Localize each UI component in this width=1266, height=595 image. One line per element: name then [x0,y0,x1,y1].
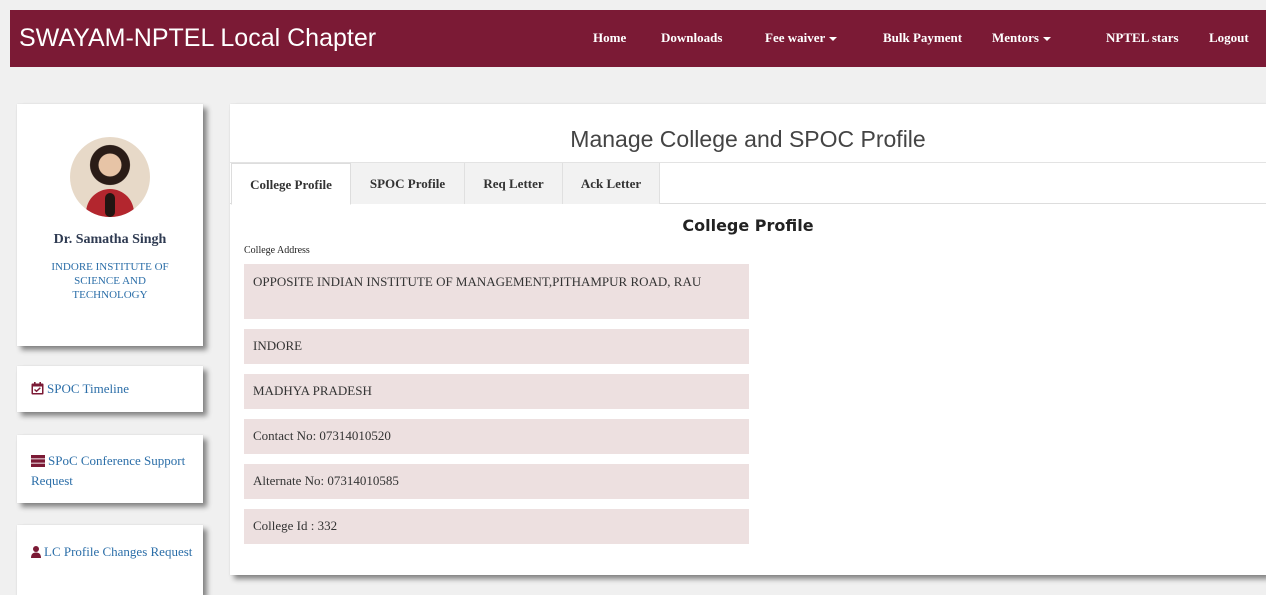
sidebar-link-spoc-timeline[interactable]: SPOC Timeline [17,366,203,412]
alternate-contact-field: Alternate No: 07314010585 [244,464,749,499]
page-title: Manage College and SPOC Profile [570,126,926,152]
college-address-label: College Address [244,245,310,256]
tab-req-letter[interactable]: Req Letter [465,163,563,204]
section-title: College Profile [682,216,814,235]
nav-downloads[interactable]: Downloads [661,30,722,46]
nav-fee-waiver[interactable]: Fee waiver [765,30,838,46]
nav-bulk-payment-label: Bulk Payment [883,30,963,45]
city-field: INDORE [244,329,749,364]
profile-institute: INDORE INSTITUTE OF SCIENCE AND TECHNOLO… [51,261,169,301]
server-icon [31,455,45,467]
nav-logout-label: Logout [1209,30,1249,45]
nav-nptel-stars-label: NPTEL stars [1106,30,1179,45]
chevron-down-icon [829,37,838,42]
tab-college-profile[interactable]: College Profile [231,163,351,205]
nav-fee-waiver-label: Fee waiver [765,30,826,45]
main-panel: Manage College and SPOC Profile College … [230,104,1266,575]
user-icon [31,546,41,558]
sidebar-link-label: SPOC Timeline [47,381,130,396]
profile-name: Dr. Samatha Singh [53,232,167,247]
nav-downloads-label: Downloads [661,30,723,45]
tab-label: College Profile [250,177,332,192]
sidebar-link-conference-support[interactable]: SPoC Conference Support Request [17,435,203,503]
calendar-check-icon [31,382,44,395]
address-field: OPPOSITE INDIAN INSTITUTE OF MANAGEMENT,… [244,264,749,319]
tab-label: SPOC Profile [369,176,446,191]
chevron-down-icon [1042,37,1051,42]
brand-title[interactable]: SWAYAM-NPTEL Local Chapter [19,23,376,53]
tab-spoc-profile[interactable]: SPOC Profile [351,163,465,204]
state-field: MADHYA PRADESH [244,374,749,409]
top-navbar: SWAYAM-NPTEL Local Chapter Home Download… [10,10,1266,67]
tab-ack-letter[interactable]: Ack Letter [563,163,660,204]
avatar [70,137,150,217]
nav-bulk-payment[interactable]: Bulk Payment [883,30,962,46]
nav-mentors-label: Mentors [992,30,1039,45]
tab-label: Ack Letter [580,176,642,191]
nav-logout[interactable]: Logout [1209,30,1249,46]
nav-home[interactable]: Home [593,30,626,46]
profile-card: Dr. Samatha Singh INDORE INSTITUTE OF SC… [17,104,203,346]
college-id-field: College Id : 332 [244,509,749,544]
avatar-figure [86,189,134,217]
contact-field: Contact No: 07314010520 [244,419,749,454]
nav-home-label: Home [593,30,627,45]
sidebar-link-label: SPoC Conference Support Request [31,453,186,488]
nav-nptel-stars[interactable]: NPTEL stars [1106,30,1179,46]
nav-mentors[interactable]: Mentors [992,30,1051,46]
tab-label: Req Letter [483,176,544,191]
sidebar-link-label: LC Profile Changes Request [44,544,193,559]
sidebar-link-lc-profile-changes[interactable]: LC Profile Changes Request [17,525,203,595]
